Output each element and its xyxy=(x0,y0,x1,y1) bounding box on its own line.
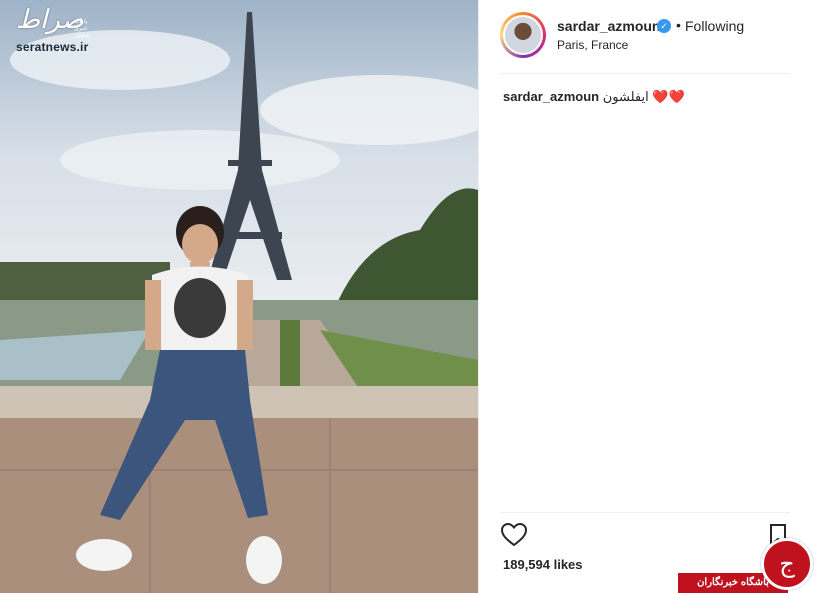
instagram-post: صراط پایگاه خبری تحلیلی seratnews.ir sar… xyxy=(0,0,814,593)
watermark-domain: seratnews.ir xyxy=(16,40,89,54)
post-photo[interactable]: صراط پایگاه خبری تحلیلی seratnews.ir xyxy=(0,0,478,593)
likes-count[interactable]: 189,594 likes xyxy=(503,557,583,572)
heart-icon[interactable] xyxy=(501,523,527,547)
post-header: sardar_azmoun ✓ • Following Paris, Franc… xyxy=(479,0,814,73)
caption-text: ایفلشون ❤️❤️ xyxy=(602,89,685,104)
header-divider xyxy=(500,73,790,74)
watermark-subtitle: پایگاه خبری تحلیلی xyxy=(74,19,91,39)
location-link[interactable]: Paris, France xyxy=(557,38,628,52)
verified-badge-icon: ✓ xyxy=(657,19,671,33)
eiffel-tower-photo xyxy=(0,0,478,593)
username-link[interactable]: sardar_azmoun xyxy=(557,18,660,34)
avatar-story-ring[interactable] xyxy=(500,12,546,58)
watermark: صراط پایگاه خبری تحلیلی seratnews.ir xyxy=(16,6,100,54)
caption-username[interactable]: sardar_azmoun xyxy=(503,89,599,104)
following-button[interactable]: Following xyxy=(685,18,744,34)
separator-dot: • xyxy=(676,17,681,33)
actions-divider xyxy=(500,512,790,513)
post-side-panel: sardar_azmoun ✓ • Following Paris, Franc… xyxy=(478,0,814,593)
avatar[interactable] xyxy=(503,15,543,55)
news-agency-logo-icon: ج xyxy=(761,538,813,590)
caption: sardar_azmoun ایفلشون ❤️❤️ xyxy=(503,89,685,105)
